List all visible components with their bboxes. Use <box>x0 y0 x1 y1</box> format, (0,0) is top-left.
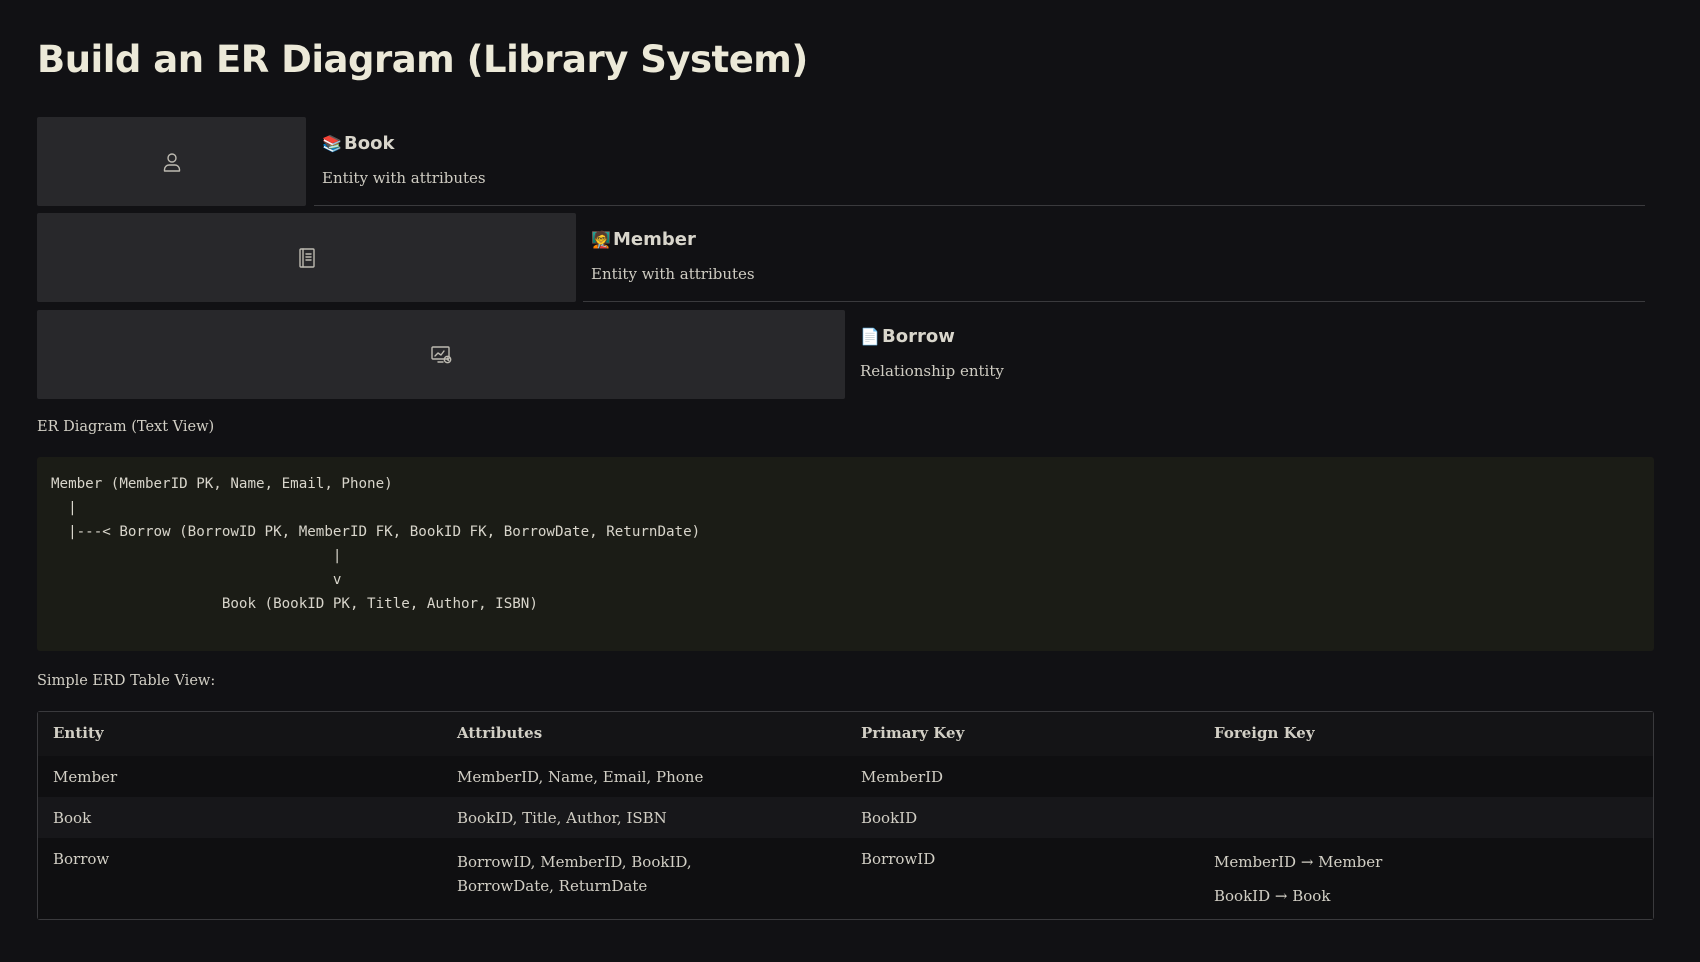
code-block: Member (MemberID PK, Name, Email, Phone)… <box>37 457 1654 651</box>
column-header-entity: Entity <box>38 712 442 756</box>
card-borrow[interactable]: 📄 Borrow Relationship entity <box>37 310 1645 399</box>
foreign-key-member: MemberID → Member <box>1214 853 1383 871</box>
card-text: 📚 Book Entity with attributes <box>314 117 1645 206</box>
teacher-icon: 🧑‍🏫 <box>591 230 611 249</box>
card-thumbnail[interactable] <box>37 310 845 399</box>
cell-foreign-key: MemberID → Member BookID → Book <box>1199 838 1653 919</box>
table-header-row: Entity Attributes Primary Key Foreign Ke… <box>38 712 1653 756</box>
cell-primary-key: MemberID <box>846 756 1199 797</box>
er-diagram-text: Member (MemberID PK, Name, Email, Phone)… <box>51 476 701 612</box>
monitor-chart-icon <box>431 345 452 363</box>
cell-foreign-key <box>1199 797 1653 838</box>
card-member[interactable]: 🧑‍🏫 Member Entity with attributes <box>37 213 1645 302</box>
card-description: Entity with attributes <box>322 169 486 187</box>
cell-attributes-text: BorrowID, MemberID, BookID, BorrowDate, … <box>457 853 692 895</box>
card-title[interactable]: 📚 Book <box>322 133 394 154</box>
card-thumbnail[interactable] <box>37 117 306 206</box>
card-text: 🧑‍🏫 Member Entity with attributes <box>583 213 1645 302</box>
book-icon <box>298 247 315 268</box>
card-title[interactable]: 🧑‍🏫 Member <box>591 229 696 250</box>
cell-primary-key: BorrowID <box>846 838 1199 919</box>
cell-entity: Book <box>38 797 442 838</box>
card-thumbnail[interactable] <box>37 213 576 302</box>
card-title-label: Member <box>613 229 696 250</box>
cell-foreign-key <box>1199 756 1653 797</box>
table-row: Member MemberID, Name, Email, Phone Memb… <box>38 756 1653 797</box>
card-description: Relationship entity <box>860 362 1004 380</box>
table-row: Book BookID, Title, Author, ISBN BookID <box>38 797 1653 838</box>
diagram-label: ER Diagram (Text View) <box>37 419 215 435</box>
card-title-label: Borrow <box>882 326 955 347</box>
column-header-attributes: Attributes <box>442 712 846 756</box>
table-label: Simple ERD Table View: <box>37 673 216 689</box>
user-icon <box>163 152 180 172</box>
erd-table: Entity Attributes Primary Key Foreign Ke… <box>37 711 1654 920</box>
cell-entity: Borrow <box>38 838 442 919</box>
books-icon: 📚 <box>322 134 342 153</box>
column-header-primary-key: Primary Key <box>846 712 1199 756</box>
card-title[interactable]: 📄 Borrow <box>860 326 955 347</box>
page-title: Build an ER Diagram (Library System) <box>37 38 808 81</box>
cell-attributes: BookID, Title, Author, ISBN <box>442 797 846 838</box>
cell-attributes: MemberID, Name, Email, Phone <box>442 756 846 797</box>
card-book[interactable]: 📚 Book Entity with attributes <box>37 117 1645 206</box>
document-icon: 📄 <box>860 327 880 346</box>
cell-entity: Member <box>38 756 442 797</box>
foreign-key-book: BookID → Book <box>1214 887 1331 905</box>
card-title-label: Book <box>344 133 395 154</box>
table-row: Borrow BorrowID, MemberID, BookID, Borro… <box>38 838 1653 919</box>
cell-primary-key: BookID <box>846 797 1199 838</box>
card-text: 📄 Borrow Relationship entity <box>852 310 1645 398</box>
column-header-foreign-key: Foreign Key <box>1199 712 1653 756</box>
card-description: Entity with attributes <box>591 265 755 283</box>
cell-attributes: BorrowID, MemberID, BookID, BorrowDate, … <box>442 838 846 919</box>
